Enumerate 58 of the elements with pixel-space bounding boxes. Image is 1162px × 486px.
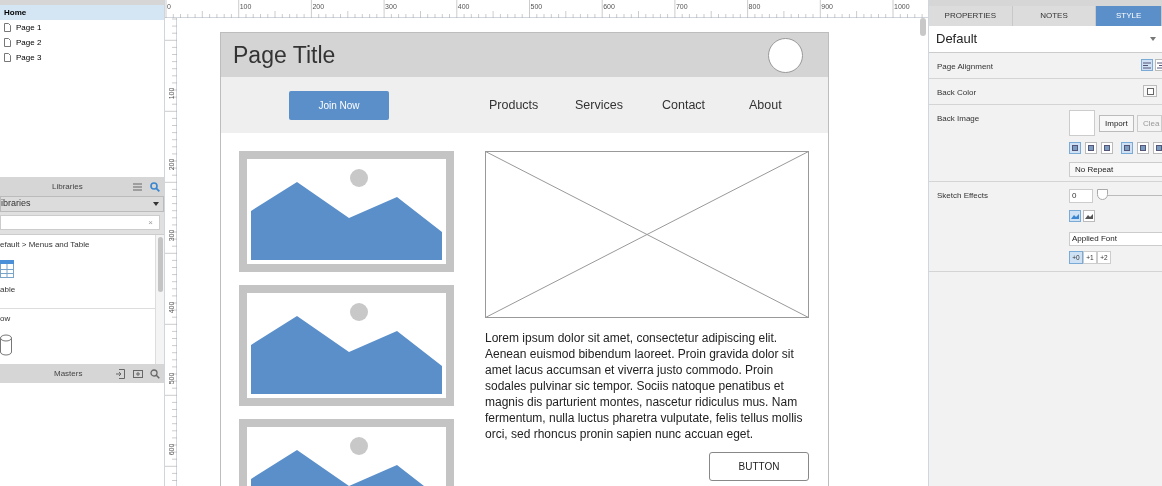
repeat-dropdown[interactable]: No Repeat bbox=[1069, 162, 1162, 177]
style-dropdown[interactable]: Default bbox=[929, 26, 1162, 53]
section-heading: efault > Menus and Table bbox=[0, 239, 91, 251]
panel-title: Masters bbox=[54, 367, 83, 380]
property-label: Back Color bbox=[937, 87, 977, 99]
toggle-button[interactable] bbox=[1153, 142, 1162, 154]
tab[interactable]: PROPERTIES bbox=[929, 6, 1013, 26]
number-field[interactable]: 0 bbox=[1069, 189, 1093, 203]
align-left-icon bbox=[1143, 61, 1151, 69]
wireframe-button[interactable]: BUTTON bbox=[709, 452, 809, 481]
nav-link[interactable]: Products bbox=[489, 95, 539, 115]
caret-icon bbox=[1150, 37, 1156, 41]
color-swatch[interactable] bbox=[1143, 85, 1157, 97]
toggle-button[interactable] bbox=[1101, 142, 1113, 154]
toggle-button[interactable] bbox=[1069, 142, 1081, 154]
align-center-icon bbox=[1157, 61, 1162, 69]
caret-icon bbox=[153, 202, 159, 206]
slider-track[interactable] bbox=[1097, 189, 1162, 201]
image-preview bbox=[1069, 110, 1095, 136]
position-icon bbox=[1140, 145, 1146, 151]
panel-title: Libraries bbox=[52, 180, 83, 193]
position-icon bbox=[1124, 145, 1130, 151]
toggle-button[interactable] bbox=[1069, 210, 1081, 222]
paragraph-text: Lorem ipsum dolor sit amet, consectetur adipiscing elit. Aenean euismod bibendum laoreet. Proin gravida dolor sit amet lacus accumsan et viverra justo commodo. Proin sodales pulvinar sic tempor. Sociis natoque penatibus et magnis dis parturient montes, nascetur ridiculus mus. Nam fermentum, nulla luctus pharetra vulputate, felis tellus mollis orci, sed rhoncus pronin sapien nunc accuan eget. bbox=[485, 330, 804, 442]
cylinder-icon[interactable] bbox=[0, 334, 12, 357]
library-dropdown[interactable]: ibraries bbox=[0, 196, 164, 212]
import-button[interactable]: Import bbox=[1099, 115, 1134, 132]
position-icon bbox=[1072, 145, 1078, 151]
toggle-button[interactable] bbox=[1137, 142, 1149, 154]
add-page-icon[interactable] bbox=[116, 368, 126, 379]
tab[interactable]: NOTES bbox=[1012, 6, 1097, 26]
position-icon bbox=[1104, 145, 1110, 151]
table-icon[interactable] bbox=[0, 260, 14, 278]
scrollbar-thumb[interactable] bbox=[920, 18, 926, 36]
item-label: able bbox=[0, 284, 17, 296]
search-icon[interactable] bbox=[150, 181, 160, 192]
toggle-button[interactable] bbox=[1083, 210, 1095, 222]
property-label: Page Alignment bbox=[937, 61, 994, 73]
image-placeholder-icon bbox=[239, 151, 454, 272]
page-item[interactable]: Home bbox=[0, 5, 164, 20]
property-label: Back Image bbox=[937, 113, 980, 125]
section-heading: ow bbox=[0, 313, 12, 326]
nav-link[interactable]: About bbox=[749, 95, 782, 115]
toggle-button[interactable] bbox=[1141, 59, 1153, 71]
toggle-button[interactable] bbox=[1121, 142, 1133, 154]
search-icon[interactable] bbox=[150, 368, 160, 379]
nav-link[interactable]: Contact bbox=[662, 95, 706, 115]
add-folder-icon[interactable] bbox=[133, 369, 143, 378]
position-icon bbox=[1156, 145, 1162, 151]
position-icon bbox=[1088, 145, 1094, 151]
font-dropdown[interactable]: Applied Font bbox=[1069, 232, 1162, 246]
image-placeholder-icon bbox=[239, 285, 454, 406]
property-label: Sketch Effects bbox=[937, 190, 988, 202]
slider-thumb[interactable] bbox=[1097, 189, 1108, 200]
nav-link[interactable]: Services bbox=[575, 95, 623, 115]
scrollbar-thumb[interactable] bbox=[157, 237, 163, 292]
page-title: Page Title bbox=[233, 40, 336, 70]
toggle-button[interactable] bbox=[1085, 142, 1097, 154]
